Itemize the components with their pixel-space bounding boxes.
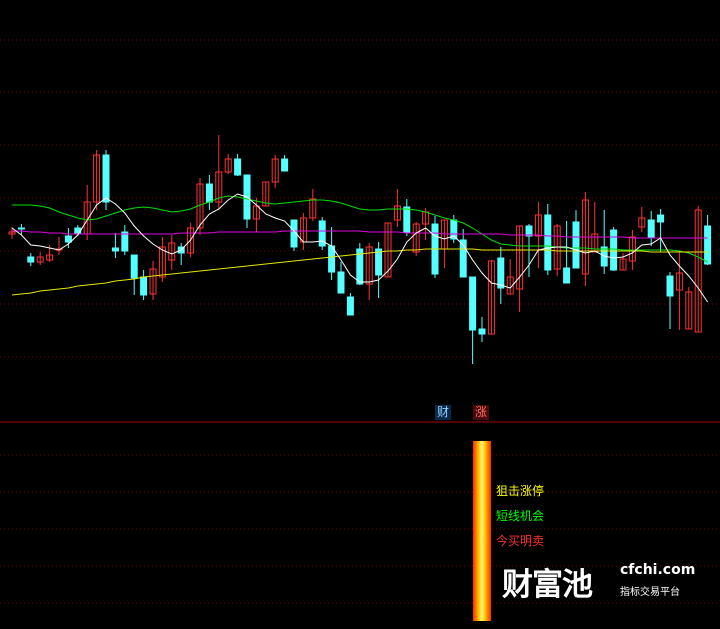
candle-body-64 (610, 229, 618, 271)
candle-body-11 (111, 247, 119, 252)
candle-body-12 (121, 231, 129, 252)
candle-body-69 (657, 214, 665, 223)
legend-short-term-opportunity: 短线机会 (496, 509, 545, 523)
zhang-tag: 涨 (473, 405, 490, 420)
candle-body-59 (563, 267, 571, 284)
ma-mid-line (12, 230, 708, 239)
candle-body-29 (281, 158, 289, 172)
watermark-tagline: 指标交易平台 (620, 587, 680, 598)
candle-body-52 (497, 257, 505, 289)
candle-body-10 (102, 154, 110, 203)
candle-body-1 (17, 227, 25, 230)
watermark-url: cfchi.com (620, 562, 696, 578)
candlestick-chart (0, 39, 720, 604)
candle-body-6 (64, 235, 72, 243)
signal-bar (473, 441, 491, 621)
candle-body-70 (666, 275, 674, 297)
chart-root (0, 0, 720, 625)
candle-body-21 (205, 183, 213, 203)
candle-body-74 (704, 225, 712, 265)
candle-body-57 (544, 214, 552, 271)
legend-buy-today-sell-tomorrow: 今买明卖 (496, 534, 545, 548)
legend-sniper-limit-up: 狙击涨停 (496, 484, 545, 498)
candle-body-49 (469, 276, 477, 331)
candle-body-14 (140, 276, 148, 296)
candle-body-24 (234, 158, 242, 176)
candle-body-42 (403, 206, 411, 233)
candle-body-39 (375, 248, 383, 276)
candle-body-50 (478, 328, 486, 335)
candle-body-60 (572, 221, 580, 269)
candle-body-68 (647, 219, 655, 238)
candle-body-2 (27, 256, 35, 263)
candle-body-13 (130, 254, 138, 279)
watermark-brand: 财富池 (502, 567, 593, 603)
candle-body-36 (346, 296, 354, 316)
cai-tag: 财 (435, 405, 452, 420)
candle-body-35 (337, 271, 345, 294)
